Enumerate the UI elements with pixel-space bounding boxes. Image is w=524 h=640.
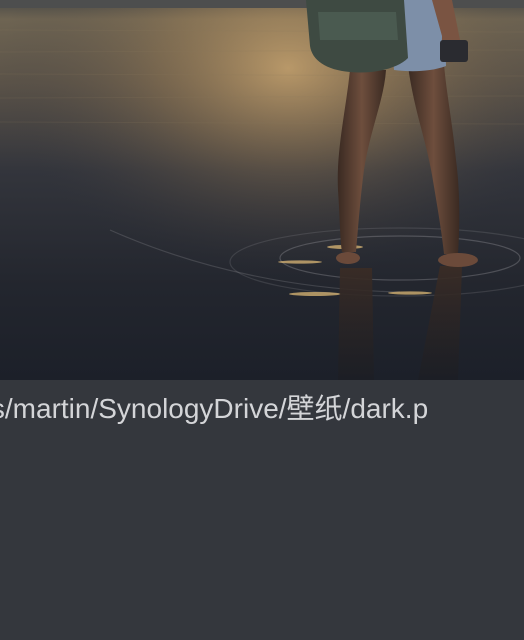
file-path-bar: ers/martin/SynologyDrive/壁纸/dark.p [0, 380, 524, 440]
wallpaper-preview-image [0, 0, 524, 380]
file-path-text: ers/martin/SynologyDrive/壁纸/dark.p [0, 393, 429, 424]
empty-panel-area [0, 440, 524, 640]
